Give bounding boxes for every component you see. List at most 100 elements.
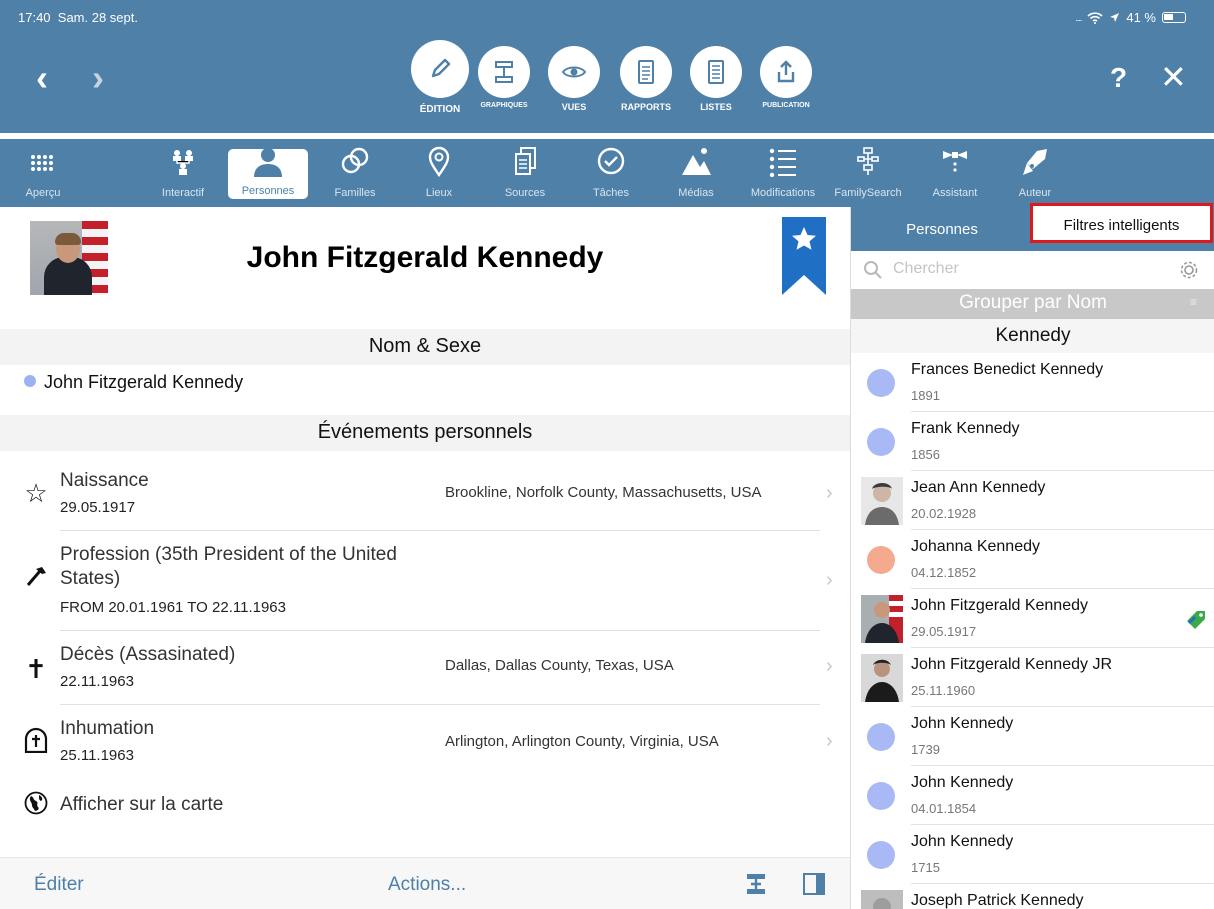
checkmark-icon [584, 139, 638, 177]
gear-icon[interactable] [1179, 260, 1199, 280]
toolbar-sources[interactable]: Sources [496, 139, 554, 207]
person-name: John Kennedy [911, 774, 1014, 791]
person-list-item[interactable]: John Kennedy 1739 [851, 707, 1214, 766]
battery-percent: 41 % [1126, 10, 1156, 25]
mode-publication[interactable]: PUBLICATION [746, 46, 826, 109]
person-list-item[interactable]: Frank Kennedy 1856 [851, 412, 1214, 471]
person-name: Frances Benedict Kennedy [911, 361, 1104, 378]
tab-filtres-intelligents[interactable]: Filtres intelligents [1030, 203, 1213, 243]
person-name: Joseph Patrick Kennedy [911, 892, 1084, 909]
person-date: 1739 [911, 742, 940, 757]
map-pin-icon [414, 139, 464, 177]
toolbar-familles[interactable]: Familles [326, 139, 384, 207]
actions-button[interactable]: Actions... [388, 874, 466, 896]
person-detail-pane: John Fitzgerald Kennedy Nom & Sexe John … [0, 207, 850, 909]
event-row-birth[interactable]: ☆ Naissance 29.05.1917 Brookline, Norfol… [0, 461, 850, 529]
close-button[interactable]: ✕ [1160, 58, 1187, 96]
person-name: John Kennedy [911, 715, 1014, 732]
wifi-icon [1087, 11, 1103, 24]
person-name: Jean Ann Kennedy [911, 479, 1046, 496]
module-toolbar: Aperçu Interactif Personnes Familles Lie… [0, 139, 1214, 207]
chart-tree-icon[interactable] [744, 872, 768, 896]
rings-icon [326, 139, 384, 177]
share-upload-icon [760, 46, 812, 98]
person-list-item[interactable]: John Fitzgerald Kennedy 29.05.1917 [851, 589, 1214, 648]
avatar [867, 428, 895, 456]
show-on-map-link[interactable]: Afficher sur la carte [0, 787, 850, 823]
event-row-death[interactable]: ✝ Décès (Assasinated) 22.11.1963 Dallas,… [0, 631, 850, 703]
person-list-item[interactable]: Joseph Patrick Kennedy [851, 884, 1214, 909]
media-icon [670, 139, 722, 177]
back-arrow-icon[interactable]: ‹ [36, 60, 48, 96]
events-section-header: Événements personnels [0, 415, 850, 451]
sidebar-segmented-control: Personnes Filtres intelligents [851, 203, 1214, 251]
person-name: Johanna Kennedy [911, 538, 1040, 555]
person-date: 04.12.1852 [911, 565, 977, 580]
mode-listes[interactable]: LISTES [676, 46, 756, 112]
chevron-right-icon: › [826, 655, 833, 677]
search-icon [864, 261, 882, 279]
person-name: Frank Kennedy [911, 420, 1020, 437]
avatar [861, 595, 903, 643]
chart-tree-icon [478, 46, 530, 98]
mode-vues[interactable]: VUES [534, 46, 614, 112]
pen-nib-icon [1008, 139, 1062, 177]
top-bar: 17:40 Sam. 28 sept. .... 41 % ‹ › ÉDITIO… [0, 0, 1214, 133]
person-name-title: John Fitzgerald Kennedy [246, 241, 604, 274]
toolbar-assistant[interactable]: Assistant [924, 139, 986, 207]
person-date: 25.11.1960 [911, 683, 976, 698]
toolbar-lieux[interactable]: Lieux [414, 139, 464, 207]
tag-icon [1187, 611, 1205, 629]
mode-rapports[interactable]: RAPPORTS [606, 46, 686, 112]
person-list-item[interactable]: John Fitzgerald Kennedy JR 25.11.1960 [851, 648, 1214, 707]
toolbar-personnes[interactable]: Personnes [228, 148, 308, 199]
person-list-item[interactable]: Jean Ann Kennedy 20.02.1928 [851, 471, 1214, 530]
sort-icon: ≡ [1189, 295, 1197, 309]
person-date: 1715 [911, 860, 940, 875]
toolbar-apercu[interactable]: Aperçu [18, 139, 68, 207]
sidebar-toggle-icon[interactable] [802, 872, 826, 896]
chevron-right-icon: › [826, 569, 833, 591]
tab-personnes[interactable]: Personnes [851, 207, 1033, 251]
edit-button[interactable]: Éditer [34, 874, 84, 896]
avatar [867, 723, 895, 751]
forward-arrow-icon[interactable]: › [92, 60, 104, 96]
help-button[interactable]: ? [1110, 62, 1127, 94]
toolbar-interactif[interactable]: Interactif [150, 139, 216, 207]
status-indicators: .... 41 % [1075, 10, 1186, 25]
bookmark-star-icon[interactable] [782, 217, 826, 295]
toolbar-medias[interactable]: Médias [670, 139, 722, 207]
event-row-burial[interactable]: Inhumation 25.11.1963 Arlington, Arlingt… [0, 705, 850, 775]
avatar [861, 477, 903, 525]
gender-dot [24, 375, 36, 387]
person-list-item[interactable]: Johanna Kennedy 04.12.1852 [851, 530, 1214, 589]
battery-icon [1162, 12, 1186, 23]
search-bar[interactable]: Chercher [851, 251, 1214, 289]
person-list-item[interactable]: Frances Benedict Kennedy 1891 [851, 353, 1214, 412]
tombstone-icon [22, 727, 50, 758]
eye-icon [548, 46, 600, 98]
event-row-profession[interactable]: Profession (35th President of the United… [0, 531, 850, 629]
person-list-item[interactable]: John Kennedy 1715 [851, 825, 1214, 884]
mode-graphiques[interactable]: GRAPHIQUES [464, 46, 544, 109]
group-by-bar[interactable]: Grouper par Nom ≡ [851, 289, 1214, 319]
status-bar: 17:40 Sam. 28 sept. .... 41 % [0, 0, 1214, 30]
person-date: 1856 [911, 447, 940, 462]
toolbar-modifications[interactable]: Modifications [742, 139, 824, 207]
family-tree-icon [150, 139, 216, 177]
list-icon [742, 139, 824, 177]
persons-sidebar: Personnes Filtres intelligents Chercher … [850, 203, 1214, 909]
toolbar-auteur[interactable]: Auteur [1008, 139, 1062, 207]
group-header: Kennedy [851, 319, 1214, 353]
document-icon [620, 46, 672, 98]
name-value-row[interactable]: John Fitzgerald Kennedy [0, 365, 850, 403]
person-date: 1891 [911, 388, 940, 403]
avatar [867, 782, 895, 810]
search-input[interactable]: Chercher [893, 260, 959, 278]
chevron-right-icon: › [826, 730, 833, 752]
bowtie-icon [924, 139, 986, 177]
toolbar-taches[interactable]: Tâches [584, 139, 638, 207]
person-list-item[interactable]: John Kennedy 04.01.1854 [851, 766, 1214, 825]
toolbar-familysearch[interactable]: FamilySearch [828, 139, 908, 207]
location-icon [1110, 13, 1120, 22]
